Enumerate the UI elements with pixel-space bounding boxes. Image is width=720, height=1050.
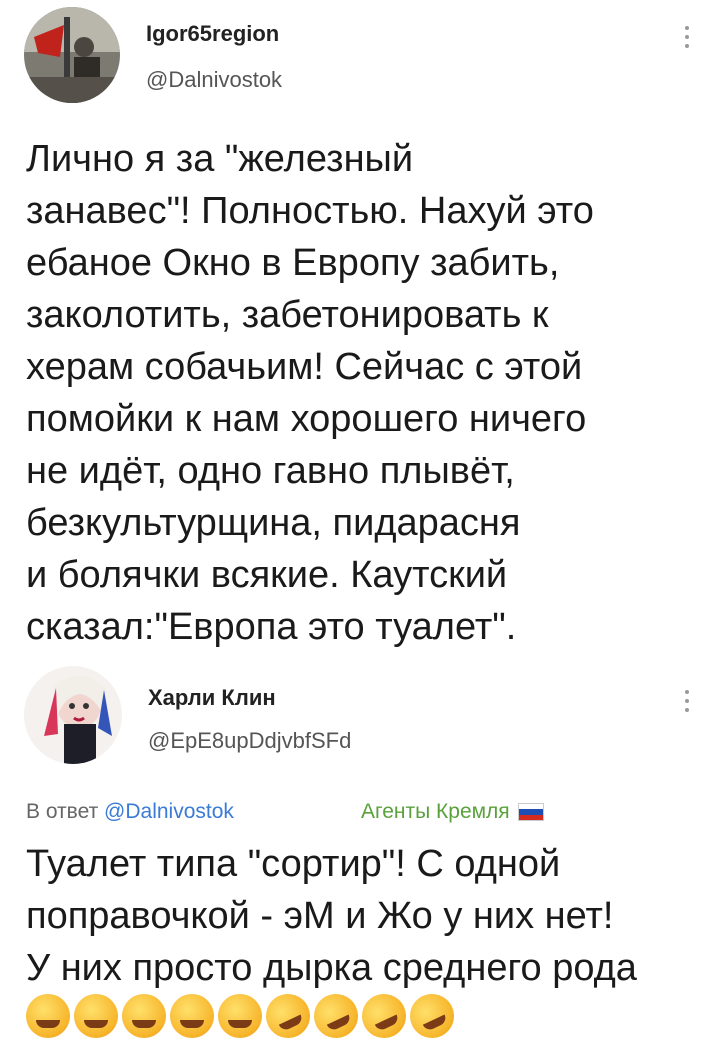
rofl-emoji-icon — [354, 986, 414, 1046]
emoji-row — [26, 986, 462, 1046]
joy-emoji-icon — [74, 994, 118, 1038]
rofl-emoji-icon — [402, 986, 462, 1046]
group-label: Агенты Кремля — [361, 800, 510, 823]
reply-context: В ответ @Dalnivostok — [26, 800, 234, 824]
avatar[interactable] — [24, 7, 120, 103]
hand-over-mouth-emoji-icon — [170, 994, 214, 1038]
tweet-text: Лично я за "железный занавес"! Полностью… — [26, 138, 594, 648]
sweat-smile-emoji-icon — [26, 994, 70, 1038]
reply-prefix: В ответ — [26, 800, 105, 823]
more-options-icon[interactable] — [684, 690, 690, 712]
russia-flag-icon — [517, 803, 544, 821]
more-options-icon[interactable] — [684, 26, 690, 48]
username[interactable]: Харли Клин — [148, 685, 276, 711]
reply-text: Туалет типа "сортир"! С одной поправочко… — [26, 843, 637, 989]
rofl-emoji-icon — [306, 986, 366, 1046]
tweet-1: Igor65region @Dalnivostok Лично я за "же… — [0, 0, 720, 660]
handle[interactable]: @EpE8upDdjvbfSFd — [148, 728, 351, 754]
worried-emoji-icon — [218, 994, 262, 1038]
handle[interactable]: @Dalnivostok — [146, 67, 282, 93]
avatar-image — [24, 7, 120, 103]
rofl-emoji-icon — [258, 986, 318, 1046]
username[interactable]: Igor65region — [146, 21, 279, 47]
avatar[interactable] — [24, 666, 122, 764]
group-tag[interactable]: Агенты Кремля — [361, 800, 544, 824]
avatar-image — [24, 666, 122, 764]
reply-mention[interactable]: @Dalnivostok — [104, 800, 234, 823]
zany-face-emoji-icon — [122, 994, 166, 1038]
